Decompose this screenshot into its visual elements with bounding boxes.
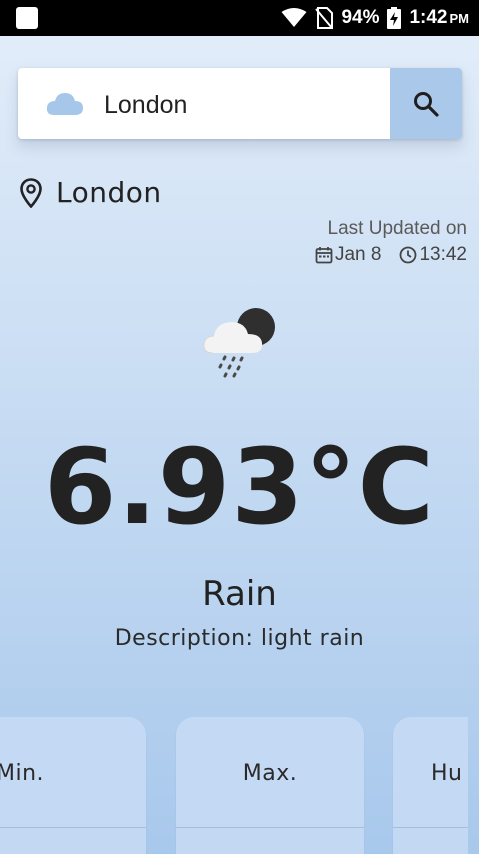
stat-label-max: Max. [242, 761, 298, 786]
city-search-input[interactable] [102, 86, 386, 124]
stat-divider [393, 827, 468, 828]
stat-card-min[interactable]: Min. [0, 717, 146, 854]
location-name: London [56, 176, 162, 209]
last-updated-time-text: 13:42 [419, 244, 467, 265]
weather-condition: Rain [202, 574, 277, 614]
clock-time: 1:42 [409, 7, 448, 28]
last-updated-date: Jan 8 [315, 244, 381, 266]
weather-description: Description: light rain [114, 626, 365, 651]
stat-card-humidity[interactable]: Hu [393, 717, 468, 854]
wifi-icon [281, 8, 307, 27]
stat-card-max[interactable]: Max. [176, 717, 364, 854]
stat-divider [0, 827, 146, 828]
no-sim-icon [315, 7, 334, 29]
stat-label-min: Min. [0, 761, 45, 786]
stat-label-humidity: Hu [431, 761, 463, 786]
clock-ampm: PM [449, 11, 470, 26]
cloud-icon [46, 93, 83, 115]
last-updated-date-text: Jan 8 [334, 244, 382, 265]
battery-percent: 94% [341, 7, 380, 28]
location-pin-icon [20, 177, 42, 208]
status-bar: 94% 1:42 PM [0, 0, 479, 36]
status-bar-right: 94% 1:42 PM [281, 5, 469, 31]
location-row: London [20, 176, 162, 209]
last-updated: Last Updated on Jan 8 13:42 [315, 218, 467, 266]
temperature: 6.93°C [44, 426, 435, 548]
search-button[interactable] [390, 68, 462, 139]
last-updated-row: Jan 8 13:42 [315, 244, 467, 266]
rain-cloud-moon-icon [203, 308, 275, 378]
last-updated-label: Last Updated on [327, 218, 467, 239]
calendar-icon [315, 247, 333, 264]
last-updated-time: 13:42 [399, 244, 467, 266]
search-icon [414, 91, 439, 117]
clock-icon [400, 246, 417, 264]
search-card [18, 68, 462, 139]
stat-divider [176, 827, 364, 828]
stats-scroller[interactable]: Min. Max. Hu [0, 717, 468, 854]
notification-icon [16, 7, 38, 29]
battery-charging-icon [387, 7, 402, 29]
clock: 1:42 PM [409, 7, 469, 29]
